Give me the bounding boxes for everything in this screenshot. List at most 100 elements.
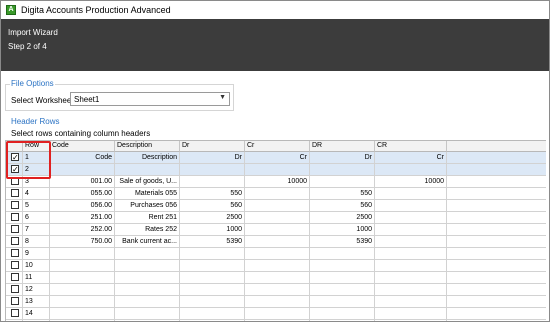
- cell-description[interactable]: [115, 308, 180, 320]
- row-number[interactable]: 14: [23, 308, 50, 320]
- cell-cr-2[interactable]: [375, 164, 447, 176]
- cell-cr-2[interactable]: [375, 212, 447, 224]
- cell-dr[interactable]: [180, 260, 245, 272]
- cell-cr-2[interactable]: 10000: [375, 176, 447, 188]
- cell-dr-2[interactable]: [310, 260, 375, 272]
- cell-dr-2[interactable]: [310, 308, 375, 320]
- data-grid[interactable]: Row Code Description Dr Cr DR CR 1CodeDe…: [5, 140, 546, 321]
- cell-filler[interactable]: [447, 272, 546, 284]
- cell-cr-2[interactable]: [375, 308, 447, 320]
- cell-dr-2[interactable]: [310, 164, 375, 176]
- cell-cr[interactable]: [245, 248, 310, 260]
- row-checkbox[interactable]: [11, 309, 19, 317]
- cell-filler[interactable]: [447, 224, 546, 236]
- cell-cr[interactable]: [245, 164, 310, 176]
- table-row[interactable]: 9: [6, 248, 546, 260]
- table-row[interactable]: 4 055.00 Materials 055 550 550: [6, 188, 546, 200]
- cell-code[interactable]: 055.00: [50, 188, 115, 200]
- cell-dr[interactable]: [180, 164, 245, 176]
- table-row[interactable]: 7 252.00 Rates 252 1000 1000: [6, 224, 546, 236]
- row-number[interactable]: 7: [23, 224, 50, 236]
- row-checkbox[interactable]: [11, 261, 19, 269]
- row-number[interactable]: 11: [23, 272, 50, 284]
- row-number[interactable]: 5: [23, 200, 50, 212]
- column-header-dr-2[interactable]: DR: [310, 141, 375, 152]
- row-checkbox[interactable]: [11, 285, 19, 293]
- cell-code[interactable]: [50, 248, 115, 260]
- cell-dr[interactable]: [180, 248, 245, 260]
- cell-dr[interactable]: Dr: [180, 152, 245, 164]
- cell-filler[interactable]: [447, 284, 546, 296]
- table-row[interactable]: 11: [6, 272, 546, 284]
- cell-dr[interactable]: [180, 284, 245, 296]
- cell-filler[interactable]: [447, 236, 546, 248]
- cell-dr-2[interactable]: 5390: [310, 236, 375, 248]
- cell-filler[interactable]: [447, 260, 546, 272]
- cell-description[interactable]: [115, 272, 180, 284]
- cell-cr[interactable]: [245, 272, 310, 284]
- row-checkbox[interactable]: [11, 273, 19, 281]
- row-number[interactable]: 8: [23, 236, 50, 248]
- cell-description[interactable]: Materials 055: [115, 188, 180, 200]
- row-checkbox-cell[interactable]: [6, 224, 23, 236]
- cell-filler[interactable]: [447, 164, 546, 176]
- table-row[interactable]: 8 750.00 Bank current ac... 5390 5390: [6, 236, 546, 248]
- cell-code[interactable]: [50, 260, 115, 272]
- cell-code[interactable]: 750.00: [50, 236, 115, 248]
- row-checkbox-cell[interactable]: [6, 212, 23, 224]
- cell-cr-2[interactable]: [375, 260, 447, 272]
- cell-cr[interactable]: [245, 284, 310, 296]
- cell-filler[interactable]: [447, 296, 546, 308]
- cell-code[interactable]: [50, 272, 115, 284]
- cell-dr[interactable]: [180, 308, 245, 320]
- column-header-description[interactable]: Description: [115, 141, 180, 152]
- table-row[interactable]: 3 001.00 Sale of goods, U... 10000 10000: [6, 176, 546, 188]
- cell-description[interactable]: [115, 248, 180, 260]
- cell-cr-2[interactable]: [375, 248, 447, 260]
- cell-dr[interactable]: 1000: [180, 224, 245, 236]
- cell-description[interactable]: [115, 260, 180, 272]
- cell-cr[interactable]: [245, 296, 310, 308]
- cell-dr-2[interactable]: 550: [310, 188, 375, 200]
- cell-dr-2[interactable]: [310, 284, 375, 296]
- cell-description[interactable]: [115, 296, 180, 308]
- cell-filler[interactable]: [447, 308, 546, 320]
- cell-description[interactable]: [115, 284, 180, 296]
- cell-dr[interactable]: [180, 176, 245, 188]
- cell-dr-2[interactable]: [310, 248, 375, 260]
- cell-filler[interactable]: [447, 212, 546, 224]
- cell-filler[interactable]: [447, 200, 546, 212]
- cell-cr-2[interactable]: Cr: [375, 152, 447, 164]
- table-row[interactable]: 2: [6, 164, 546, 176]
- cell-cr[interactable]: [245, 308, 310, 320]
- cell-cr-2[interactable]: [375, 284, 447, 296]
- row-number[interactable]: 6: [23, 212, 50, 224]
- cell-cr[interactable]: [245, 188, 310, 200]
- cell-cr-2[interactable]: [375, 188, 447, 200]
- column-header-code[interactable]: Code: [50, 141, 115, 152]
- row-checkbox[interactable]: [11, 237, 19, 245]
- row-checkbox[interactable]: [11, 249, 19, 257]
- cell-dr-2[interactable]: 2500: [310, 212, 375, 224]
- cell-cr-2[interactable]: [375, 272, 447, 284]
- row-checkbox-cell[interactable]: [6, 236, 23, 248]
- row-checkbox[interactable]: [11, 297, 19, 305]
- cell-code[interactable]: 252.00: [50, 224, 115, 236]
- worksheet-select[interactable]: Sheet1 ▼: [70, 92, 230, 106]
- cell-dr[interactable]: 550: [180, 188, 245, 200]
- cell-cr[interactable]: [245, 260, 310, 272]
- cell-cr[interactable]: [245, 224, 310, 236]
- column-header-cr[interactable]: Cr: [245, 141, 310, 152]
- row-checkbox-cell[interactable]: [6, 284, 23, 296]
- row-number[interactable]: 13: [23, 296, 50, 308]
- cell-filler[interactable]: [447, 248, 546, 260]
- cell-filler[interactable]: [447, 152, 546, 164]
- cell-cr-2[interactable]: [375, 296, 447, 308]
- row-number[interactable]: 12: [23, 284, 50, 296]
- table-row[interactable]: 12: [6, 284, 546, 296]
- cell-description[interactable]: Rent 251: [115, 212, 180, 224]
- row-checkbox-cell[interactable]: [6, 248, 23, 260]
- column-header-dr[interactable]: Dr: [180, 141, 245, 152]
- cell-dr[interactable]: 2500: [180, 212, 245, 224]
- row-number[interactable]: 10: [23, 260, 50, 272]
